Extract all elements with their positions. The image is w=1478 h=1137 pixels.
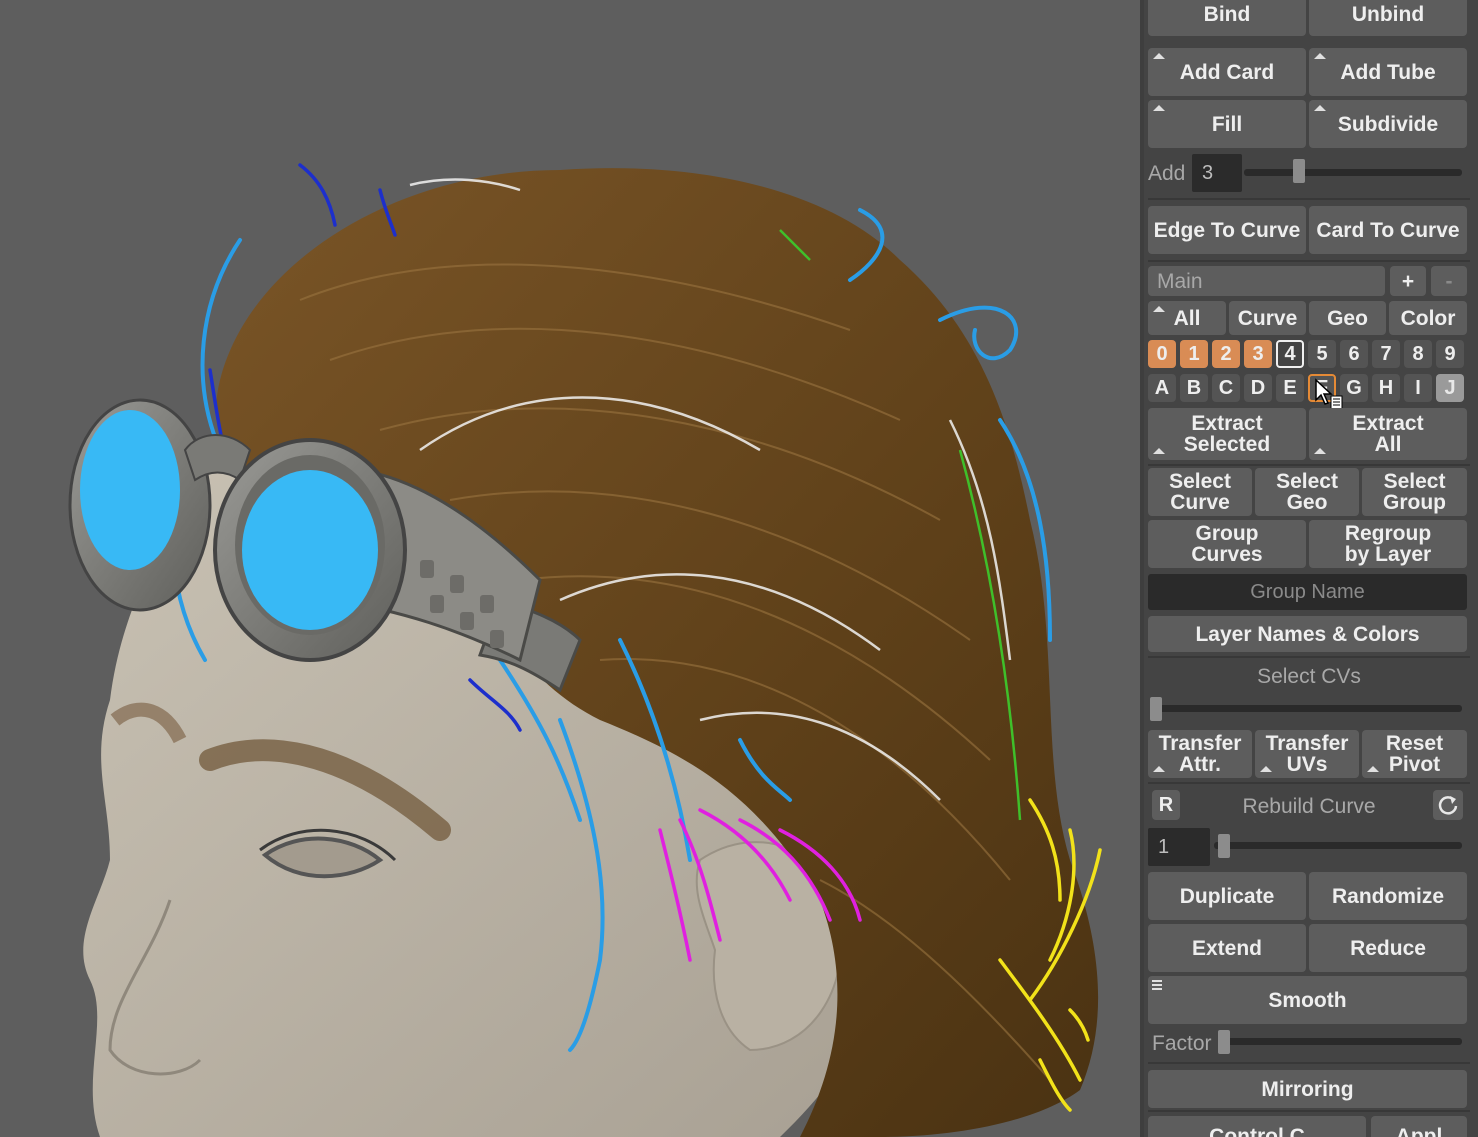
factor-slider-handle[interactable] [1218,1030,1230,1054]
control-curves-button[interactable]: Control C [1148,1116,1366,1137]
smooth-options-icon[interactable] [1152,980,1162,992]
extract-all-button[interactable]: Extract All [1309,408,1467,460]
filter-tab-curve[interactable]: Curve [1229,301,1306,335]
layer-9[interactable]: 9 [1436,340,1464,368]
rebuild-slider-handle[interactable] [1218,834,1230,858]
layer-names-colors-button[interactable]: Layer Names & Colors [1148,616,1467,652]
transfer-attr-button[interactable]: Transfer Attr. [1148,730,1252,778]
add-collection-button[interactable]: + [1390,266,1426,296]
bind-button[interactable]: Bind [1148,0,1306,36]
add-slider[interactable] [1244,169,1462,176]
fill-button[interactable]: Fill [1148,100,1306,148]
layer-8[interactable]: 8 [1404,340,1432,368]
reduce-button[interactable]: Reduce [1309,924,1467,972]
duplicate-button[interactable]: Duplicate [1148,872,1306,920]
add-tube-button[interactable]: Add Tube [1309,48,1467,96]
remove-collection-button[interactable]: - [1431,266,1467,296]
card-to-curve-button[interactable]: Card To Curve [1309,206,1467,254]
add-slider-handle[interactable] [1293,159,1305,183]
edge-to-curve-button[interactable]: Edge To Curve [1148,206,1306,254]
select-geo-button[interactable]: Select Geo [1255,468,1359,516]
collection-name: Main [1157,269,1203,293]
layer-2[interactable]: 2 [1212,340,1240,368]
layer-h[interactable]: H [1372,374,1400,402]
apply-button[interactable]: Appl [1371,1116,1467,1137]
rebuild-curve-label: Rebuild Curve [1242,795,1376,818]
layer-j[interactable]: J [1436,374,1464,402]
tool-panel: Bind Unbind Add Card Add Tube Fill Subdi… [1144,0,1478,1137]
divider [1148,782,1470,784]
collection-dropdown[interactable]: Main [1148,266,1385,296]
factor-label: Factor [1152,1032,1212,1055]
layer-c[interactable]: C [1212,374,1240,402]
extract-selected-button[interactable]: Extract Selected [1148,408,1306,460]
layer-1[interactable]: 1 [1180,340,1208,368]
select-cvs-slider[interactable] [1150,705,1462,712]
layer-a[interactable]: A [1148,374,1176,402]
divider [1148,1110,1470,1112]
layer-7[interactable]: 7 [1372,340,1400,368]
layer-5[interactable]: 5 [1308,340,1336,368]
divider [1148,464,1470,466]
refresh-icon[interactable] [1433,790,1463,820]
smooth-button[interactable]: Smooth [1148,976,1467,1024]
layer-6[interactable]: 6 [1340,340,1368,368]
layer-e[interactable]: E [1276,374,1304,402]
randomize-button[interactable]: Randomize [1309,872,1467,920]
lens-front [242,470,378,630]
select-group-button[interactable]: Select Group [1362,468,1467,516]
regroup-by-layer-button[interactable]: Regroup by Layer [1309,520,1467,568]
transfer-uvs-button[interactable]: Transfer UVs [1255,730,1359,778]
filter-tab-color[interactable]: Color [1389,301,1467,335]
unbind-button[interactable]: Unbind [1309,0,1467,36]
select-cvs-label: Select CVs [1257,665,1361,688]
filter-tab-all[interactable]: All [1148,301,1226,335]
add-card-button[interactable]: Add Card [1148,48,1306,96]
filter-tab-geo[interactable]: Geo [1309,301,1386,335]
divider [1148,656,1470,658]
divider [1148,198,1470,200]
layer-g[interactable]: G [1340,374,1368,402]
layer-0[interactable]: 0 [1148,340,1176,368]
select-curve-button[interactable]: Select Curve [1148,468,1252,516]
extend-button[interactable]: Extend [1148,924,1306,972]
divider [1148,260,1470,262]
divider [1148,1062,1470,1064]
lens-back [80,410,180,570]
subdivide-button[interactable]: Subdivide [1309,100,1467,148]
mouse-cursor-icon [1315,378,1343,410]
group-curves-button[interactable]: Group Curves [1148,520,1306,568]
viewport-scene [68,163,1102,1137]
add-label: Add [1148,162,1186,185]
factor-slider[interactable] [1218,1038,1462,1045]
layer-4[interactable]: 4 [1276,340,1304,368]
layer-b[interactable]: B [1180,374,1208,402]
layer-3[interactable]: 3 [1244,340,1272,368]
rebuild-slider[interactable] [1214,842,1462,849]
add-count-field[interactable]: 3 [1192,154,1242,192]
layer-i[interactable]: I [1404,374,1432,402]
group-name-input[interactable]: Group Name [1148,574,1467,610]
rebuild-value-field[interactable]: 1 [1148,828,1210,866]
reset-pivot-button[interactable]: Reset Pivot [1362,730,1467,778]
select-cvs-slider-handle[interactable] [1150,697,1162,721]
3d-viewport[interactable] [0,0,1140,1137]
mirroring-button[interactable]: Mirroring [1148,1070,1467,1108]
layer-d[interactable]: D [1244,374,1272,402]
